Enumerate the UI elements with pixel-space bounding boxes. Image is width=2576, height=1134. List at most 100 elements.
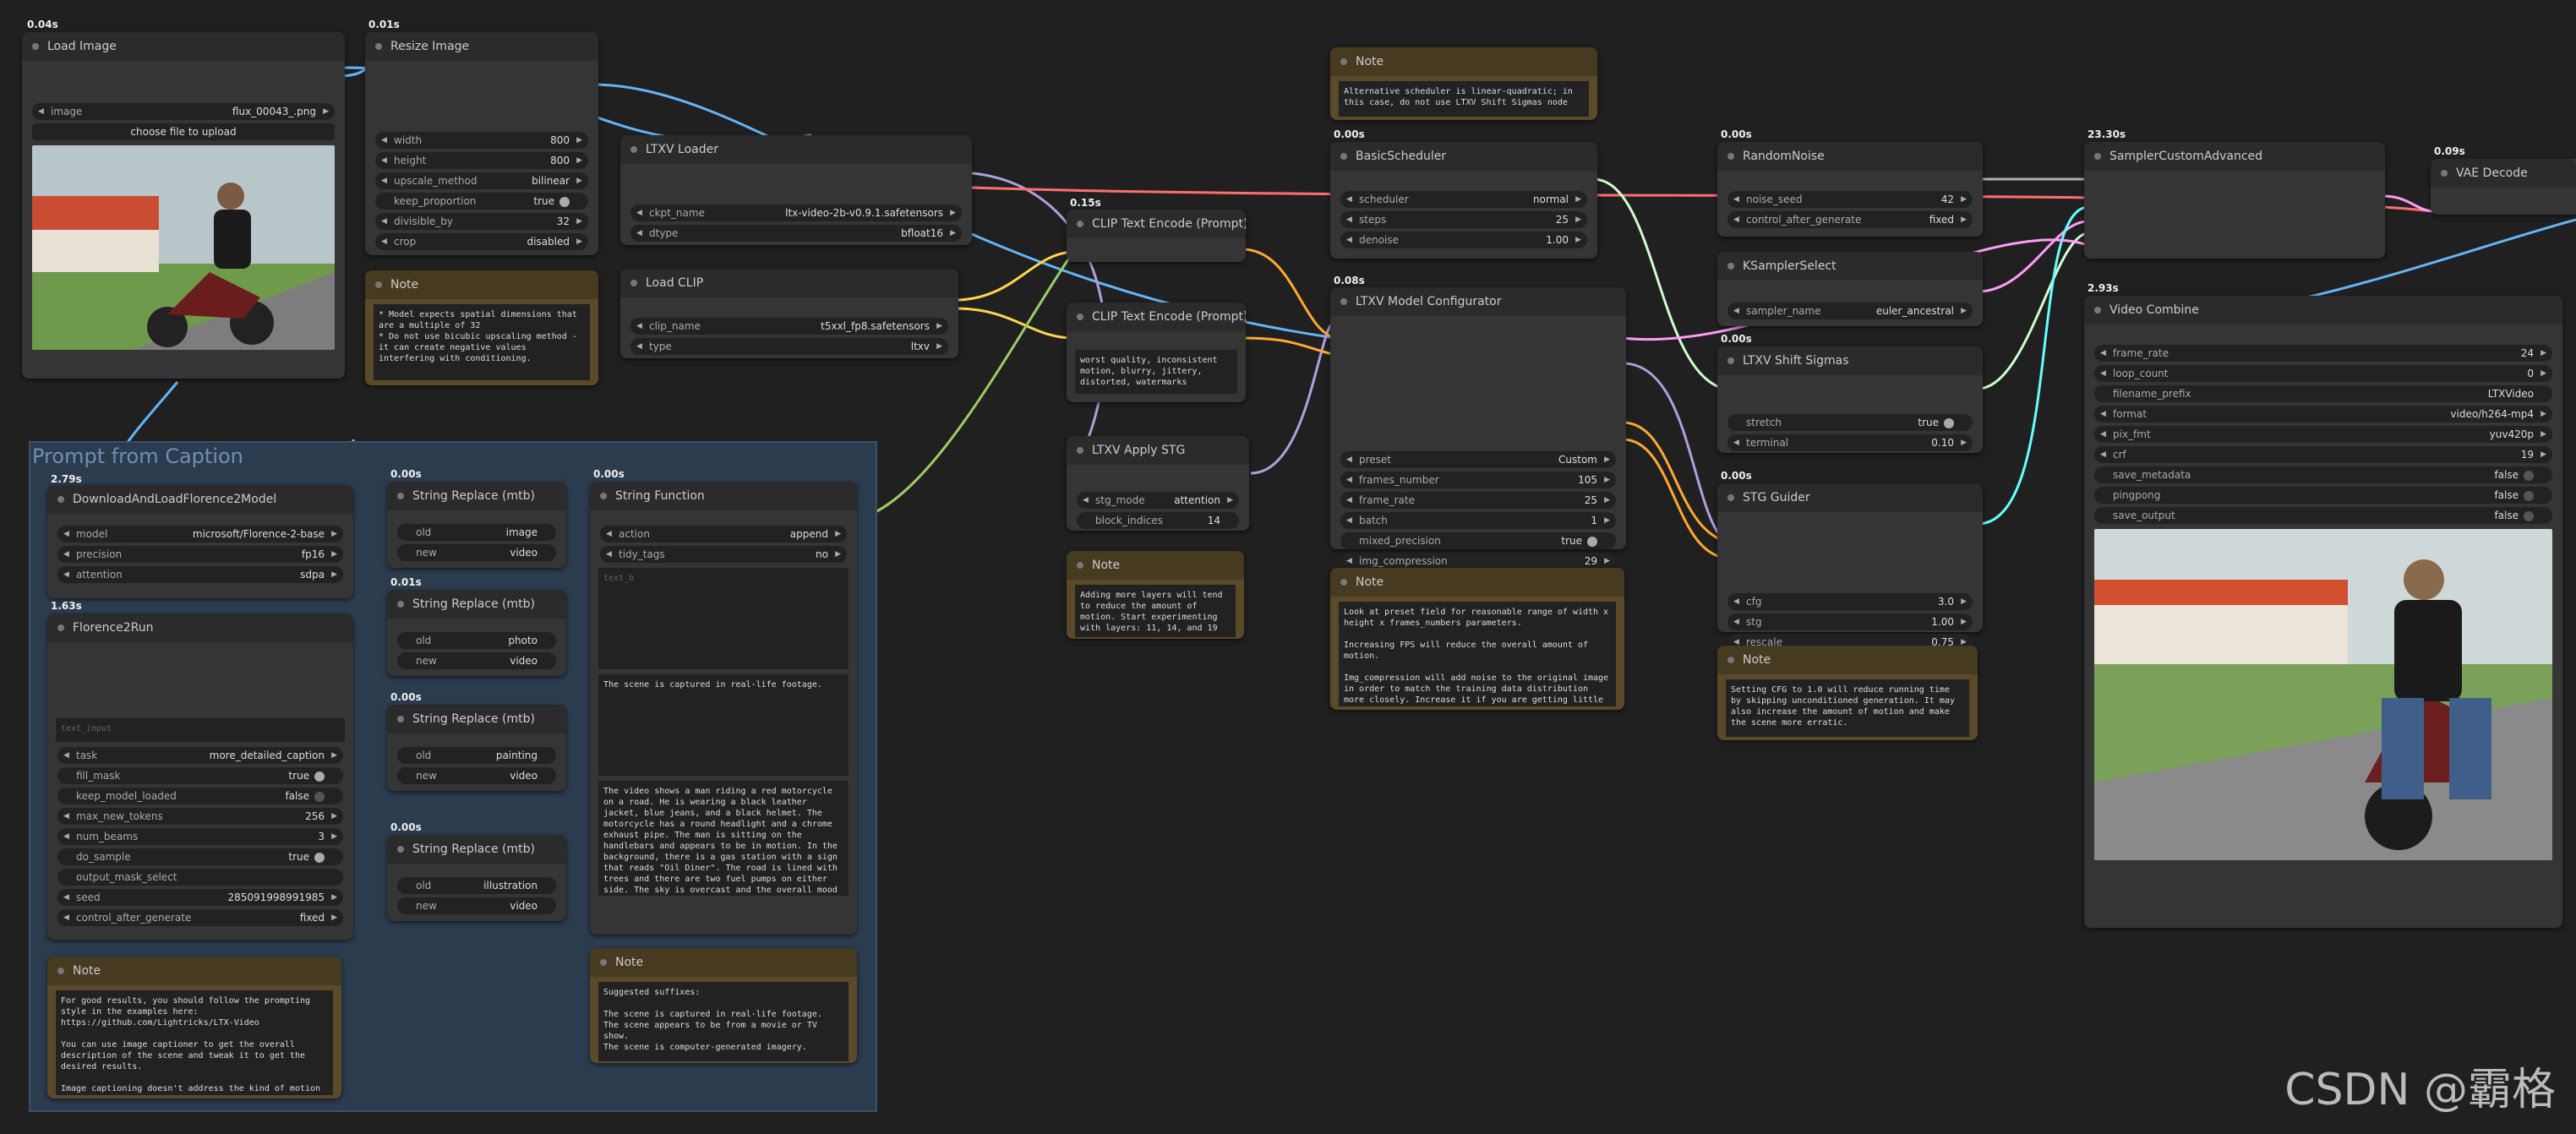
upload-button[interactable]: choose file to upload: [32, 123, 335, 140]
workflow-canvas[interactable]: 0.04s Load Image image flux_00043_.png ch…: [0, 0, 2576, 1134]
node-ltxv-apply-stg[interactable]: LTXV Apply STG stg_mode attention block_i…: [1067, 436, 1249, 531]
node-ltxv-loader[interactable]: LTXV Loader ckpt_name ltx-video-2b-v0.9.1…: [620, 135, 972, 245]
node-clip-text-encode-positive[interactable]: CLIP Text Encode (Prompt): [1067, 210, 1246, 262]
node-title[interactable]: Note: [365, 270, 598, 299]
node-note-suffix[interactable]: Note Suggested suffixes: The scene is ca…: [590, 948, 857, 1063]
new-field[interactable]: new video: [397, 897, 556, 914]
node-title[interactable]: LTXV Model Configurator: [1330, 287, 1626, 316]
node-title[interactable]: LTXV Apply STG: [1067, 436, 1249, 465]
task-widget[interactable]: task more_detailed_caption: [57, 747, 343, 764]
node-string-function[interactable]: String Function action append tidy_tags no…: [590, 482, 857, 935]
old-field[interactable]: old photo: [397, 632, 556, 649]
pingpong-toggle[interactable]: pingpong false: [2094, 487, 2552, 504]
node-resize-image[interactable]: Resize Image width 800 height 800 upscale_…: [365, 32, 598, 255]
sampler-name-widget[interactable]: sampler_name euler_ancestral: [1727, 303, 1973, 319]
node-title[interactable]: Note: [1330, 568, 1624, 597]
node-note-resize[interactable]: Note * Model expects spatial dimensions …: [365, 270, 598, 385]
node-florence2-run[interactable]: Florence2Run text_input task more_detaile…: [47, 613, 353, 940]
node-clip-text-encode-negative[interactable]: CLIP Text Encode (Prompt) worst quality,…: [1067, 303, 1246, 402]
precision-widget[interactable]: precision fp16: [57, 546, 343, 563]
node-title[interactable]: Load CLIP: [620, 269, 958, 297]
old-field[interactable]: old image: [397, 524, 556, 541]
node-title[interactable]: Note: [590, 948, 857, 977]
node-string-replace-1[interactable]: String Replace (mtb) old image new video: [387, 482, 566, 568]
batch-widget[interactable]: batch 1: [1340, 512, 1616, 529]
old-field[interactable]: old painting: [397, 747, 556, 764]
node-string-replace-3[interactable]: String Replace (mtb) old painting new vide…: [387, 705, 566, 791]
output-mask-select-field[interactable]: output_mask_select: [57, 869, 343, 886]
ckpt-name-widget[interactable]: ckpt_name ltx-video-2b-v0.9.1.safetensors: [630, 204, 962, 221]
prompt-textarea[interactable]: worst quality, inconsistent motion, blur…: [1075, 350, 1237, 394]
output-text[interactable]: The video shows a man riding a red motor…: [598, 781, 849, 896]
node-title[interactable]: String Replace (mtb): [387, 705, 566, 733]
node-title[interactable]: Note: [1717, 646, 1978, 674]
scheduler-widget[interactable]: scheduler normal: [1340, 191, 1587, 208]
stg-widget[interactable]: stg 1.00: [1727, 613, 1973, 630]
node-load-clip[interactable]: Load CLIP clip_name t5xxl_fp8.safetensors…: [620, 269, 958, 358]
node-note-configurator[interactable]: Note Look at preset field for reasonable…: [1330, 568, 1624, 710]
model-widget[interactable]: model microsoft/Florence-2-base: [57, 526, 343, 542]
node-basic-scheduler[interactable]: BasicScheduler scheduler normal steps 25 d…: [1330, 142, 1597, 259]
node-ltxv-model-configurator[interactable]: LTXV Model Configurator preset Custom fra…: [1330, 287, 1626, 570]
tidy-tags-widget[interactable]: tidy_tags no: [600, 546, 847, 563]
frame-rate-widget[interactable]: frame_rate 24: [2094, 345, 2552, 362]
node-title[interactable]: Note: [1330, 47, 1597, 76]
loop-count-widget[interactable]: loop_count 0: [2094, 365, 2552, 382]
node-title[interactable]: Resize Image: [365, 32, 598, 61]
node-title[interactable]: String Replace (mtb): [387, 590, 566, 619]
node-title[interactable]: Video Combine: [2084, 296, 2562, 324]
node-title[interactable]: String Replace (mtb): [387, 482, 566, 510]
num-beams-widget[interactable]: num_beams 3: [57, 828, 343, 845]
attention-widget[interactable]: attention sdpa: [57, 566, 343, 583]
frame-rate-widget[interactable]: frame_rate 25: [1340, 492, 1616, 509]
action-widget[interactable]: action append: [600, 526, 847, 542]
node-title[interactable]: Note: [1067, 551, 1244, 580]
type-widget[interactable]: type ltxv: [630, 338, 948, 355]
node-download-florence2-model[interactable]: DownloadAndLoadFlorence2Model model micro…: [47, 485, 353, 598]
save-output-toggle[interactable]: save_output false: [2094, 507, 2552, 524]
seed-widget[interactable]: seed 285091998991985: [57, 889, 343, 906]
text-input-field[interactable]: text_input: [56, 718, 345, 742]
node-title[interactable]: LTXV Shift Sigmas: [1717, 346, 1983, 375]
keep-proportion-toggle[interactable]: keep_proportion true: [375, 193, 588, 210]
node-ltxv-shift-sigmas[interactable]: LTXV Shift Sigmas stretch true terminal 0.…: [1717, 346, 1983, 453]
frames-number-widget[interactable]: frames_number 105: [1340, 472, 1616, 488]
note-text[interactable]: Look at preset field for reasonable rang…: [1339, 602, 1616, 706]
node-note-scheduler[interactable]: Note Alternative scheduler is linear-qua…: [1330, 47, 1597, 120]
control-after-generate-widget[interactable]: control_after_generate fixed: [57, 909, 343, 926]
node-title[interactable]: LTXV Loader: [620, 135, 972, 164]
node-title[interactable]: RandomNoise: [1717, 142, 1983, 171]
suffix-textarea[interactable]: The scene is captured in real-life foota…: [598, 674, 849, 776]
stretch-toggle[interactable]: stretch true: [1727, 414, 1973, 431]
node-title[interactable]: Florence2Run: [47, 613, 353, 642]
group-title[interactable]: Prompt from Caption: [32, 444, 243, 468]
node-title[interactable]: DownloadAndLoadFlorence2Model: [47, 485, 353, 514]
clip-name-widget[interactable]: clip_name t5xxl_fp8.safetensors: [630, 318, 948, 335]
note-text[interactable]: Adding more layers will tend to reduce t…: [1075, 585, 1236, 637]
image-select[interactable]: image flux_00043_.png: [32, 103, 335, 120]
denoise-widget[interactable]: denoise 1.00: [1340, 232, 1587, 248]
max-new-tokens-widget[interactable]: max_new_tokens 256: [57, 808, 343, 825]
note-text[interactable]: Alternative scheduler is linear-quadrati…: [1339, 81, 1589, 117]
node-note-guider[interactable]: Note Setting CFG to 1.0 will reduce runn…: [1717, 646, 1978, 740]
new-field[interactable]: new video: [397, 652, 556, 669]
block-indices-field[interactable]: block_indices 14: [1077, 512, 1239, 529]
new-field[interactable]: new video: [397, 767, 556, 784]
control-after-generate-widget[interactable]: control_after_generate fixed: [1727, 211, 1973, 228]
save-metadata-toggle[interactable]: save_metadata false: [2094, 466, 2552, 483]
node-title[interactable]: STG Guider: [1717, 483, 1983, 512]
crf-widget[interactable]: crf 19: [2094, 446, 2552, 463]
node-title[interactable]: String Function: [590, 482, 857, 510]
pix-fmt-widget[interactable]: pix_fmt yuv420p: [2094, 426, 2552, 443]
format-widget[interactable]: format video/h264-mp4: [2094, 406, 2552, 423]
dtype-widget[interactable]: dtype bfloat16: [630, 225, 962, 242]
node-title[interactable]: BasicScheduler: [1330, 142, 1597, 171]
node-string-replace-4[interactable]: String Replace (mtb) old illustration new…: [387, 835, 566, 921]
do-sample-toggle[interactable]: do_sample true: [57, 848, 343, 865]
node-title[interactable]: Load Image: [22, 32, 345, 61]
node-string-replace-2[interactable]: String Replace (mtb) old photo new video: [387, 590, 566, 676]
note-text[interactable]: For good results, you should follow the …: [56, 990, 333, 1095]
terminal-widget[interactable]: terminal 0.10: [1727, 434, 1973, 451]
crop-widget[interactable]: crop disabled: [375, 233, 588, 250]
node-note-stg[interactable]: Note Adding more layers will tend to red…: [1067, 551, 1244, 639]
